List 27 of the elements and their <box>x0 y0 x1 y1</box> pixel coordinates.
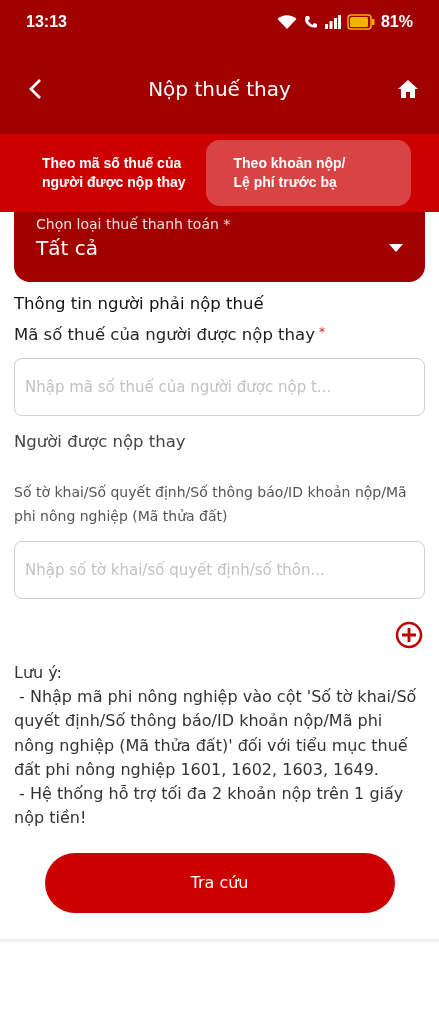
status-time: 13:13 <box>26 13 67 31</box>
dropdown-caret-icon <box>389 244 403 252</box>
add-icon[interactable] <box>395 620 423 649</box>
select-label: Chọn loại thuế thanh toán * <box>36 216 231 232</box>
field-label: Mã số thuế của người được nộp thay <box>14 325 315 344</box>
tab[interactable]: Theo khoản nộp/ Lệ phí trước bạ <box>205 140 411 206</box>
tax-type-select[interactable]: Chọn loại thuế thanh toán * Tất cả <box>14 212 425 282</box>
battery-percent: 81% <box>380 13 413 31</box>
note-text: - Nhập mã phi nông nghiệp vào cột 'Số tờ khai/Số quyết định/Số thông báo/ID khoản nộp/Mã phi nông nghiệp (Mã thửa đất)' đối với tiểu mục thuế đất phi nông nghiệp 1601, 1602, 1603, 1649. <box>14 685 418 781</box>
payer-label: Người được nộp thay <box>14 432 187 451</box>
note-text: Lưu ý: <box>14 661 63 684</box>
home-button[interactable] <box>397 79 419 99</box>
page-title: Nộp thuế thay <box>148 77 291 101</box>
wifi-icon <box>276 14 297 30</box>
select-value: Tất cả <box>36 236 99 260</box>
tab[interactable]: Theo mã số thuế của người được nộp thay <box>42 140 192 206</box>
phone-icon <box>302 14 319 30</box>
tax-code-input[interactable]: Nhập mã số thuế của người được nộp t... <box>14 358 425 416</box>
section-title: Thông tin người phải nộp thuế <box>14 294 265 313</box>
required-mark: * <box>318 325 325 339</box>
search-button[interactable]: Tra cứu <box>44 852 395 913</box>
document-number-input[interactable]: Nhập số tờ khai/số quyết định/số thôn... <box>14 540 425 599</box>
battery-icon <box>346 14 375 30</box>
field-label: Số tờ khai/Số quyết định/Số thông báo/ID khoản nộp/Mã phi nông nghiệp (Mã thửa đất) <box>14 483 408 526</box>
signal-icon <box>324 15 341 29</box>
note-text: - Hệ thống hỗ trợ tối đa 2 khoản nộp trên 1 giấy nộp tiền! <box>14 783 405 830</box>
back-button[interactable] <box>28 78 42 100</box>
